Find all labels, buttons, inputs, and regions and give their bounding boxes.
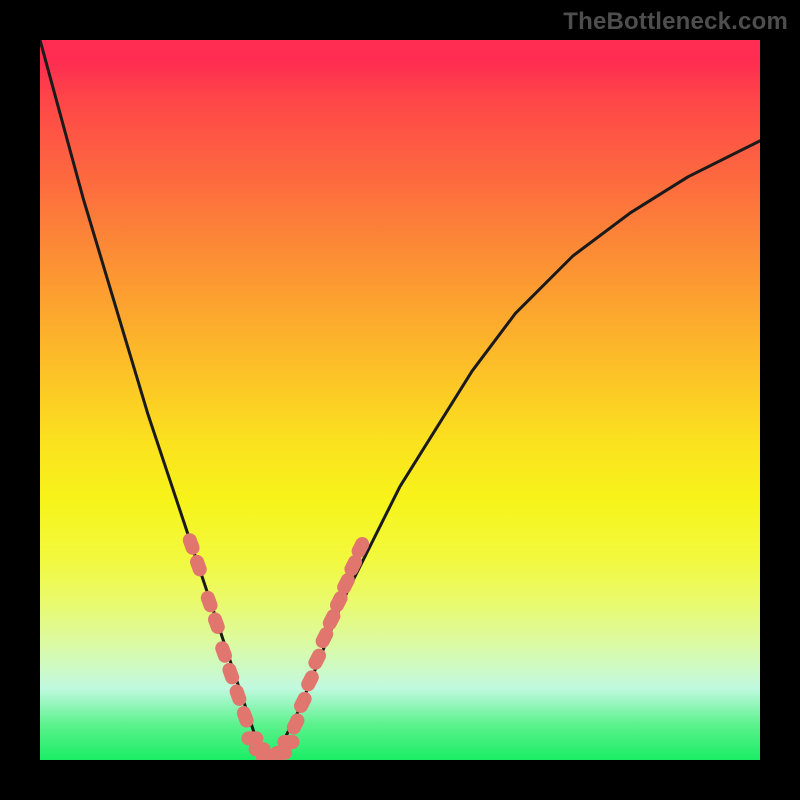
curve-marker [199,589,220,614]
chart-container: TheBottleneck.com [0,0,800,800]
curve-marker [277,735,299,749]
bottleneck-curve-path [40,40,760,760]
marker-group [181,531,372,760]
curve-marker [206,610,227,635]
curve-marker [188,553,209,578]
curve-marker [306,646,328,672]
chart-svg [40,40,760,760]
curve-marker [181,531,202,556]
plot-area [40,40,760,760]
watermark-text: TheBottleneck.com [563,8,788,36]
curve-marker [292,689,314,715]
curve-marker [299,668,321,694]
